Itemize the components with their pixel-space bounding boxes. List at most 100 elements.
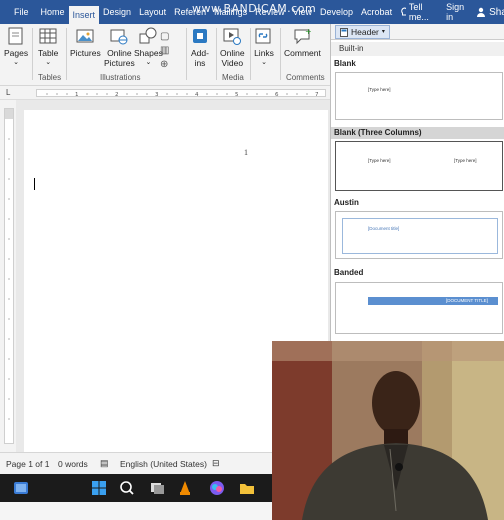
comment-button[interactable]: + Comment [284, 26, 321, 58]
online-pictures-label-2: Pictures [104, 58, 135, 68]
tell-me-box[interactable]: Tell me... [400, 2, 432, 22]
widgets-icon[interactable] [12, 479, 30, 497]
online-video-label-2: Video [221, 58, 244, 68]
tab-layout[interactable]: Layout [135, 0, 170, 24]
vertical-ruler[interactable] [4, 108, 14, 444]
svg-text:2: 2 [115, 92, 119, 98]
placeholder-text: [DOCUMENT TITLE] [446, 298, 488, 303]
start-icon[interactable] [90, 479, 108, 497]
webcam-person-image [272, 341, 504, 520]
separator [216, 28, 217, 80]
chart-icon[interactable]: ▥ [160, 44, 182, 58]
screenshot-icon[interactable]: ⊕ [160, 58, 182, 72]
gallery-item-banded[interactable]: [DOCUMENT TITLE] [335, 282, 503, 334]
gallery-item-blank-three-columns[interactable]: [Type here] [Type here] [335, 141, 503, 191]
placeholder-text-left: [Type here] [368, 158, 391, 163]
language-indicator[interactable]: English (United States) [120, 459, 207, 469]
svg-text:6: 6 [275, 92, 279, 98]
built-in-section-heading: Built-in [331, 42, 504, 56]
pages-label: Pages [4, 48, 29, 58]
online-picture-icon [109, 26, 129, 46]
accessibility-icon[interactable]: ⊟ [212, 458, 220, 469]
header-page-number: 1 [244, 148, 248, 157]
svg-text:7: 7 [315, 92, 319, 98]
word-count[interactable]: 0 words [58, 459, 88, 469]
webcam-overlay [272, 341, 504, 520]
table-label: Table [38, 48, 59, 58]
header-button-label: Header [351, 27, 379, 37]
online-video-button[interactable]: Online Video [220, 26, 245, 68]
comment-label: Comment [284, 48, 321, 58]
add-ins-icon [190, 26, 210, 46]
separator [32, 28, 33, 80]
tab-acrobat[interactable]: Acrobat [357, 0, 396, 24]
pictures-button[interactable]: Pictures [70, 26, 101, 58]
video-icon [222, 26, 242, 46]
banded-header-bar: [DOCUMENT TITLE] [368, 297, 498, 305]
placeholder-text: [Document title] [368, 226, 400, 231]
recording-watermark: www.BANDICAM.com [192, 2, 317, 15]
ruler-ticks: 1 2 3 4 5 6 7 [46, 92, 319, 98]
gallery-item-blank[interactable]: [Type here] [335, 72, 503, 120]
file-explorer-icon[interactable] [238, 479, 256, 497]
add-ins-label-1: Add- [191, 48, 209, 58]
svg-text:+: + [305, 27, 312, 36]
gallery-item-title-blank: Blank [334, 59, 356, 68]
group-label-media: Media [222, 73, 244, 82]
text-cursor [34, 178, 35, 190]
separator [66, 28, 67, 80]
picture-icon [75, 26, 95, 46]
svg-text:4: 4 [195, 92, 199, 98]
separator [250, 28, 251, 80]
share-button[interactable]: Share [476, 7, 504, 18]
links-button[interactable]: Links ⌄ [254, 26, 274, 68]
proofing-icon[interactable]: ▤ [100, 458, 109, 469]
tell-me-label: Tell me... [408, 2, 429, 22]
svg-text:3: 3 [155, 92, 159, 98]
group-label-illustrations: Illustrations [100, 73, 141, 82]
dropdown-arrow-icon: ⌄ [45, 59, 52, 66]
ruler-track: 1 2 3 4 5 6 7 [36, 89, 326, 98]
gallery-item-title-banded: Banded [334, 268, 364, 277]
group-label-tables: Tables [38, 73, 62, 82]
table-icon [38, 26, 58, 46]
separator [186, 28, 187, 80]
online-pictures-label-1: Online [107, 48, 132, 58]
tab-home[interactable]: Home [37, 0, 69, 24]
austin-frame [342, 218, 498, 254]
links-label: Links [254, 48, 274, 58]
add-ins-button[interactable]: Add- ins [190, 26, 210, 68]
gallery-item-austin[interactable]: [Document title] [335, 211, 503, 259]
tab-developer[interactable]: Develop [316, 0, 357, 24]
smartart-icon[interactable]: ▢ [160, 30, 182, 44]
placeholder-text-right: [Type here] [454, 158, 477, 163]
vertical-ruler-ticks [5, 109, 13, 420]
vlc-icon[interactable] [176, 479, 194, 497]
online-pictures-button[interactable]: Online Pictures [104, 26, 135, 68]
screen: { "tabs": [ {"label": "File"}, {"label":… [0, 0, 504, 520]
table-button[interactable]: Table ⌄ [38, 26, 58, 68]
task-view-icon[interactable] [148, 479, 166, 497]
search-icon[interactable] [118, 479, 136, 497]
header-dropdown-button[interactable]: Header ▾ [335, 25, 390, 39]
copilot-icon[interactable] [208, 479, 226, 497]
gallery-item-title-austin: Austin [334, 198, 359, 207]
page-count[interactable]: Page 1 of 1 [6, 459, 49, 469]
link-icon [254, 26, 274, 46]
horizontal-ruler[interactable]: L 1 2 3 4 5 6 7 [0, 86, 330, 100]
gallery-item-title-blank-three-columns: Blank (Three Columns) [331, 127, 504, 139]
pages-button[interactable]: Pages ⌄ [4, 26, 28, 68]
add-ins-label-2: ins [194, 58, 206, 68]
tab-file[interactable]: File [0, 0, 37, 24]
header-gallery-toolbar: Header ▾ [331, 24, 504, 40]
sign-in-link[interactable]: Sign in [446, 2, 464, 22]
illustrations-small-buttons[interactable]: ▢ ▥ ⊕ [160, 30, 182, 74]
online-video-label-1: Online [220, 48, 245, 58]
tab-insert[interactable]: Insert [68, 6, 100, 24]
shapes-button[interactable]: Shapes ⌄ [134, 26, 163, 68]
tab-selector-icon[interactable]: L [6, 88, 10, 97]
tab-design[interactable]: Design [99, 0, 135, 24]
pictures-label: Pictures [70, 48, 101, 58]
placeholder-text: [Type here] [368, 87, 391, 92]
person-icon [477, 7, 486, 17]
